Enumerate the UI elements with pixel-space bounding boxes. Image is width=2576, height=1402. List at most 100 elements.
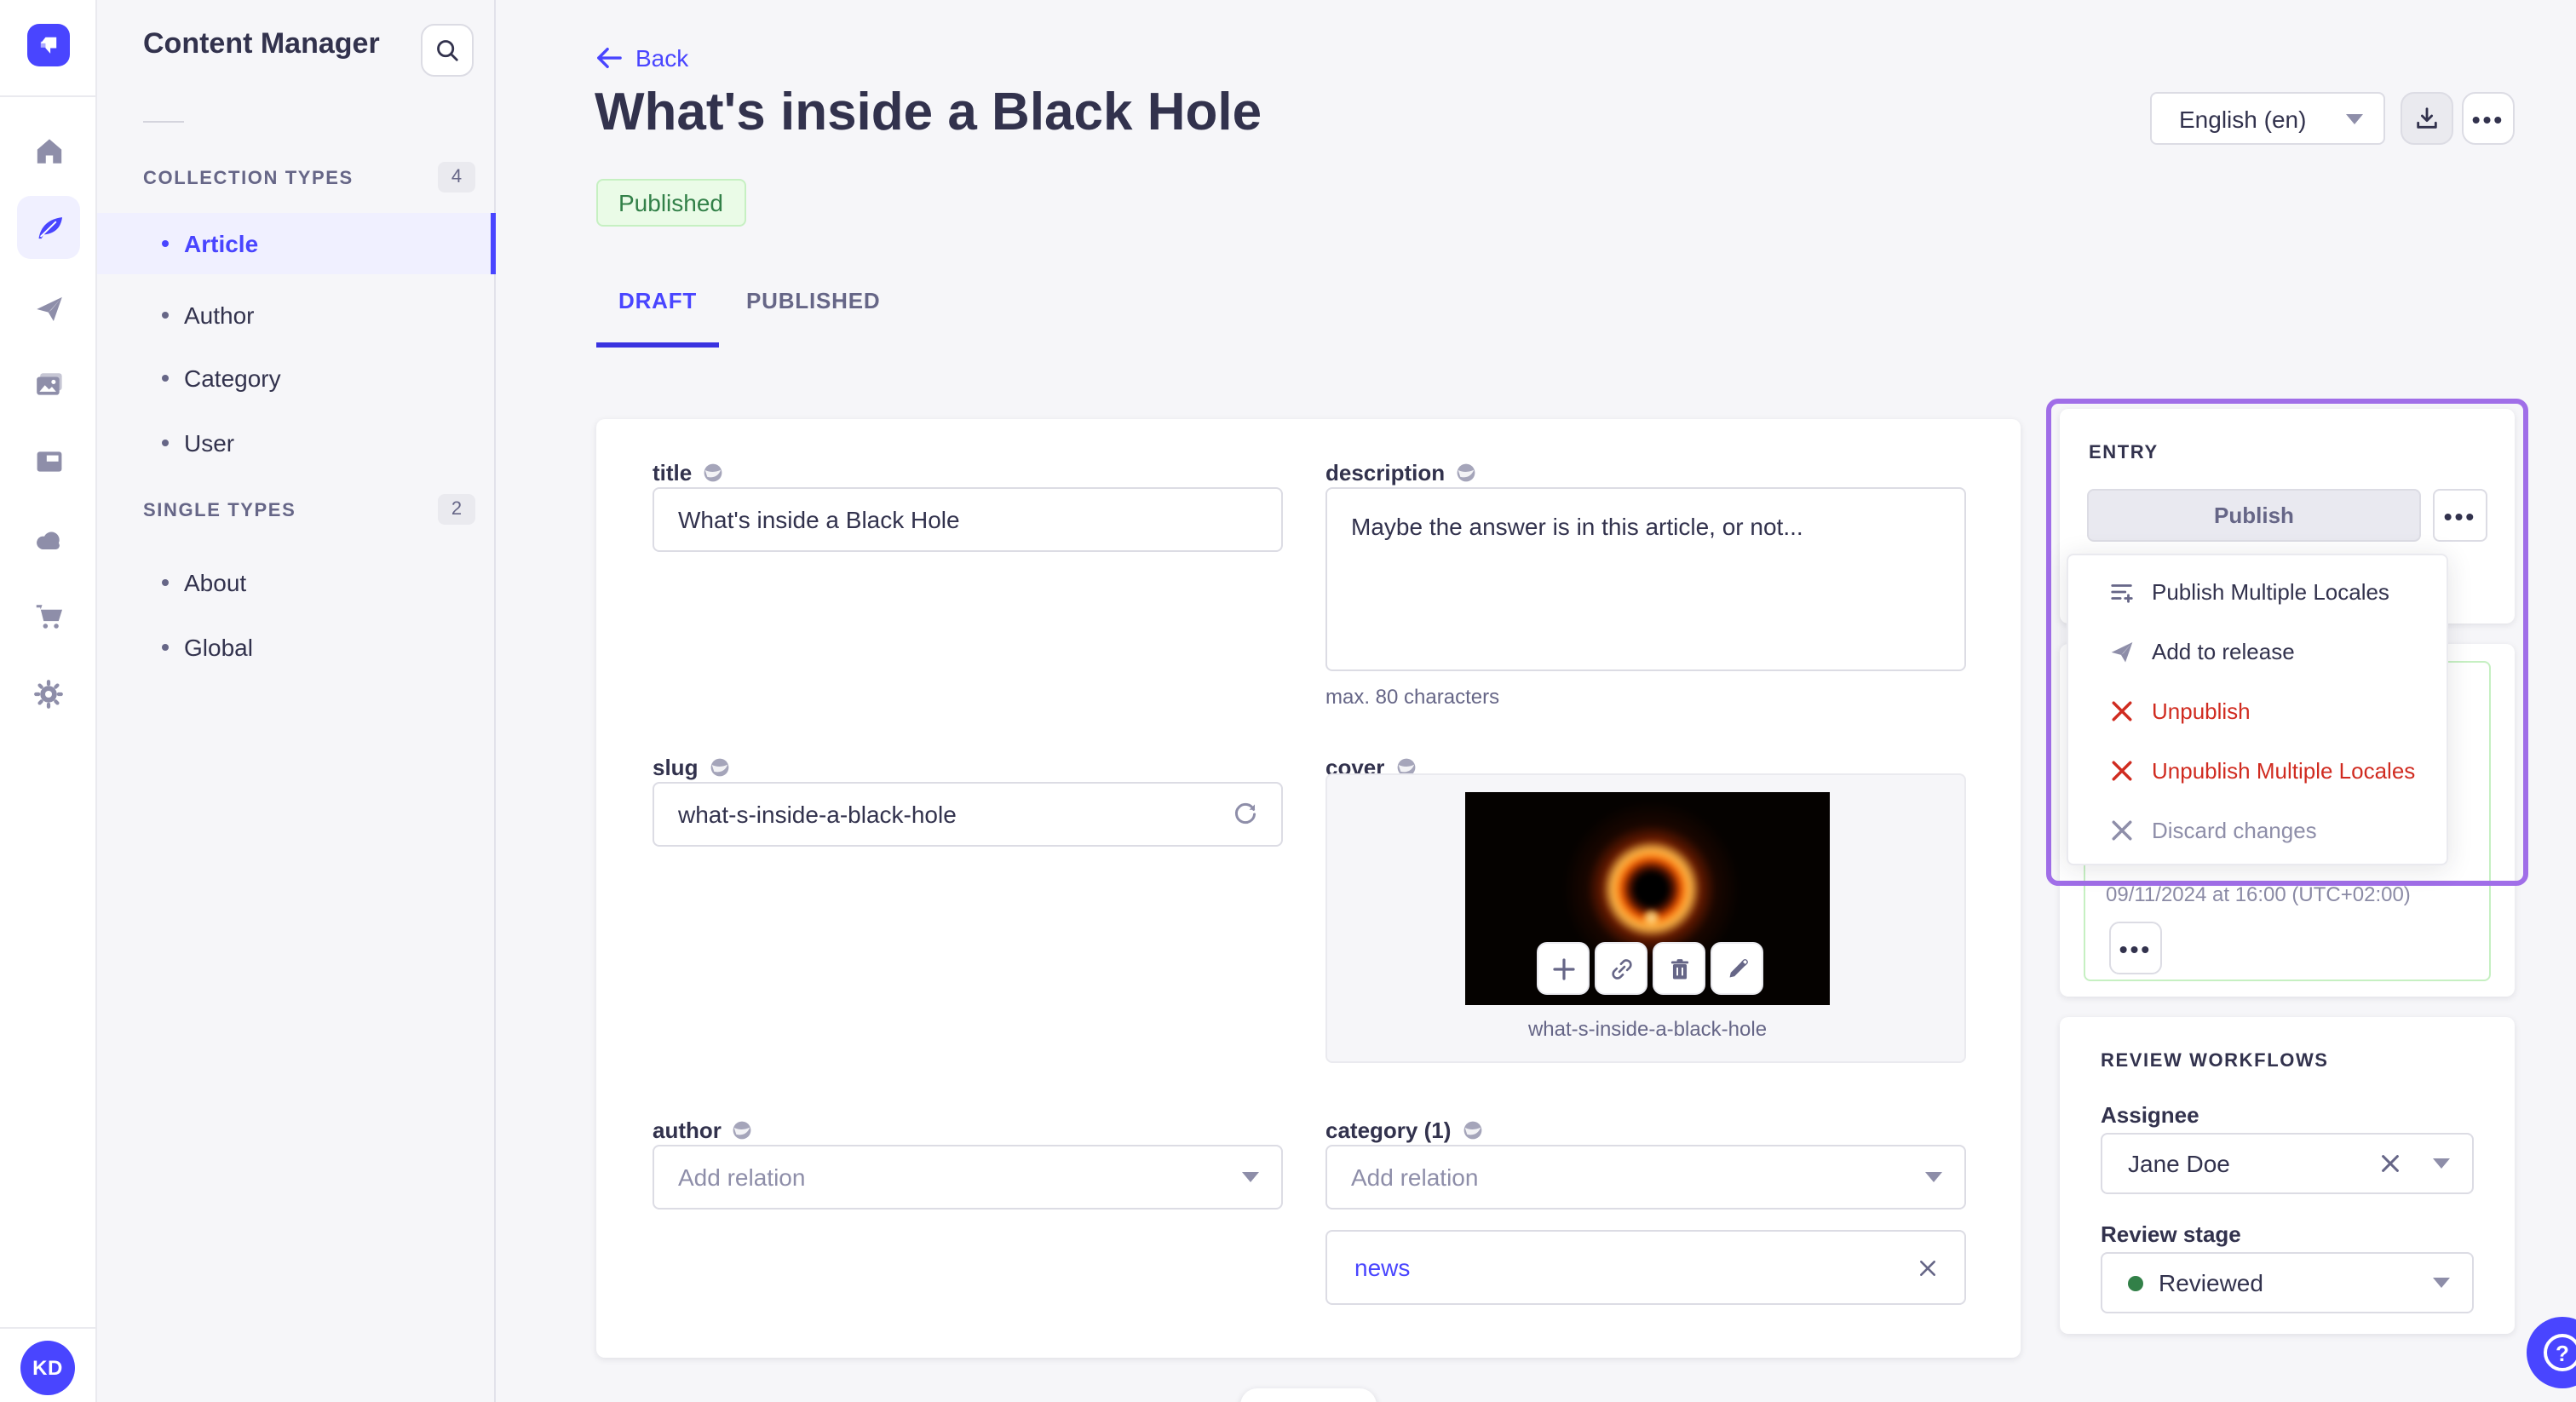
sidebar-item-marketplace[interactable] <box>17 584 80 647</box>
copy-link-button[interactable] <box>1595 942 1647 995</box>
bullet-icon <box>162 240 169 247</box>
chevron-down-icon <box>2433 1158 2450 1169</box>
pencil-icon <box>1728 958 1747 977</box>
status-badge: Published <box>596 179 745 227</box>
title-input[interactable] <box>653 487 1283 552</box>
strapi-logo-icon <box>40 37 57 54</box>
category-relation-select[interactable]: Add relation <box>1325 1145 1966 1210</box>
trash-icon <box>1670 958 1688 979</box>
bullet-icon <box>162 644 169 651</box>
divider <box>0 95 97 97</box>
sidebar-item-user[interactable]: User <box>97 412 496 474</box>
sidebar-item-category[interactable]: Category <box>97 348 496 409</box>
sidebar-item-article[interactable]: Article <box>97 213 496 274</box>
search-button[interactable] <box>421 24 474 77</box>
feather-icon <box>37 216 62 238</box>
title-field-label: title <box>653 460 724 486</box>
menu-item-unpublish[interactable]: Unpublish <box>2068 681 2447 741</box>
tab-published[interactable]: PUBLISHED <box>746 288 880 313</box>
author-relation-select[interactable]: Add relation <box>653 1145 1283 1210</box>
remove-relation-icon[interactable] <box>1918 1258 1937 1277</box>
review-stage-select[interactable]: Reviewed <box>2101 1252 2474 1313</box>
sidebar-item-label: User <box>184 429 235 457</box>
menu-item-discard-changes[interactable]: Discard changes <box>2068 801 2447 860</box>
category-field-label: category (1) <box>1325 1118 1483 1143</box>
add-asset-button[interactable] <box>1537 942 1590 995</box>
chevron-down-icon <box>2433 1278 2450 1288</box>
entry-more-button[interactable]: ••• <box>2433 489 2487 542</box>
category-tag-news[interactable]: news <box>1354 1254 1410 1281</box>
collection-types-count: 4 <box>438 162 475 192</box>
page-title: What's inside a Black Hole <box>595 82 1262 141</box>
sidebar-item-home[interactable] <box>17 119 80 182</box>
ellipsis-icon: ••• <box>2119 934 2153 962</box>
slug-input[interactable] <box>653 782 1283 847</box>
publish-button[interactable]: Publish <box>2087 489 2421 542</box>
assignee-select[interactable]: Jane Doe <box>2101 1133 2474 1194</box>
globe-icon <box>710 758 728 777</box>
images-icon <box>36 372 61 394</box>
menu-item-unpublish-multiple-locales[interactable]: Unpublish Multiple Locales <box>2068 741 2447 801</box>
stage-status-dot <box>2128 1275 2143 1290</box>
help-button[interactable]: ? <box>2527 1317 2576 1388</box>
locale-select[interactable]: English (en) <box>2150 92 2385 145</box>
regenerate-slug-button[interactable] <box>1232 801 1259 836</box>
description-textarea[interactable]: Maybe the answer is in this article, or … <box>1325 487 1966 671</box>
gear-icon <box>34 680 63 709</box>
sidebar-item-releases[interactable] <box>17 276 80 339</box>
back-link[interactable]: Back <box>596 44 688 72</box>
menu-item-publish-multiple-locales[interactable]: Publish Multiple Locales <box>2068 562 2447 622</box>
expand-pill[interactable] <box>1240 1388 1377 1402</box>
export-button[interactable] <box>2401 92 2453 145</box>
sidebar-item-content-manager[interactable] <box>17 196 80 259</box>
bullet-icon <box>162 312 169 319</box>
review-stage-label: Review stage <box>2101 1221 2241 1247</box>
user-avatar[interactable]: KD <box>20 1341 75 1395</box>
main-nav-rail: KD <box>0 0 97 1402</box>
sidebar-item-deploy[interactable] <box>17 508 80 571</box>
review-stage-value: Reviewed <box>2159 1269 2263 1296</box>
clear-assignee-icon[interactable] <box>2380 1153 2401 1174</box>
tab-draft[interactable]: DRAFT <box>618 288 697 313</box>
cover-caption: what-s-inside-a-black-hole <box>1527 1017 1768 1041</box>
scheduled-date-text: 09/11/2024 at 16:00 (UTC+02:00) <box>2106 882 2411 906</box>
slug-field-label: slug <box>653 755 730 780</box>
menu-item-add-to-release[interactable]: Add to release <box>2068 622 2447 681</box>
x-icon <box>2107 819 2135 842</box>
review-workflows-heading: REVIEW WORKFLOWS <box>2101 1051 2329 1072</box>
sidebar-item-author[interactable]: Author <box>97 284 496 346</box>
header-more-button[interactable]: ••• <box>2462 92 2515 145</box>
sidebar-item-content-type-builder[interactable] <box>17 429 80 492</box>
sidebar-item-label: Author <box>184 302 255 329</box>
chevron-down-icon <box>1925 1172 1942 1182</box>
sidebar-item-label: Article <box>184 230 259 257</box>
paper-plane-icon <box>2107 639 2135 664</box>
single-types-count: 2 <box>438 494 475 525</box>
home-icon <box>36 138 61 163</box>
bullet-icon <box>162 375 169 382</box>
edit-asset-button[interactable] <box>1711 942 1763 995</box>
back-label: Back <box>635 44 689 72</box>
strapi-logo[interactable] <box>27 24 70 66</box>
entry-form-card: title description Maybe the answer is in… <box>596 419 2021 1358</box>
description-helper-text: max. 80 characters <box>1325 685 1500 709</box>
sidebar-item-about[interactable]: About <box>97 552 496 613</box>
description-field-label: description <box>1325 460 1477 486</box>
question-icon: ? <box>2544 1334 2576 1371</box>
sidebar-item-label: About <box>184 569 247 596</box>
category-relation-item: news <box>1325 1230 1966 1305</box>
globe-icon <box>1463 1121 1481 1140</box>
globe-icon <box>704 463 722 482</box>
link-icon <box>1611 958 1631 979</box>
search-icon <box>437 40 458 61</box>
chevron-down-icon <box>2346 113 2363 124</box>
chevron-down-icon <box>1242 1172 1259 1182</box>
assignee-value: Jane Doe <box>2128 1150 2230 1177</box>
sidebar-item-global[interactable]: Global <box>97 617 496 678</box>
delete-asset-button[interactable] <box>1653 942 1705 995</box>
x-icon <box>2107 700 2135 722</box>
scheduled-more-button[interactable]: ••• <box>2109 922 2162 974</box>
sidebar-item-media-library[interactable] <box>17 353 80 416</box>
sidebar-item-settings[interactable] <box>17 663 80 726</box>
plus-icon <box>1552 957 1574 980</box>
